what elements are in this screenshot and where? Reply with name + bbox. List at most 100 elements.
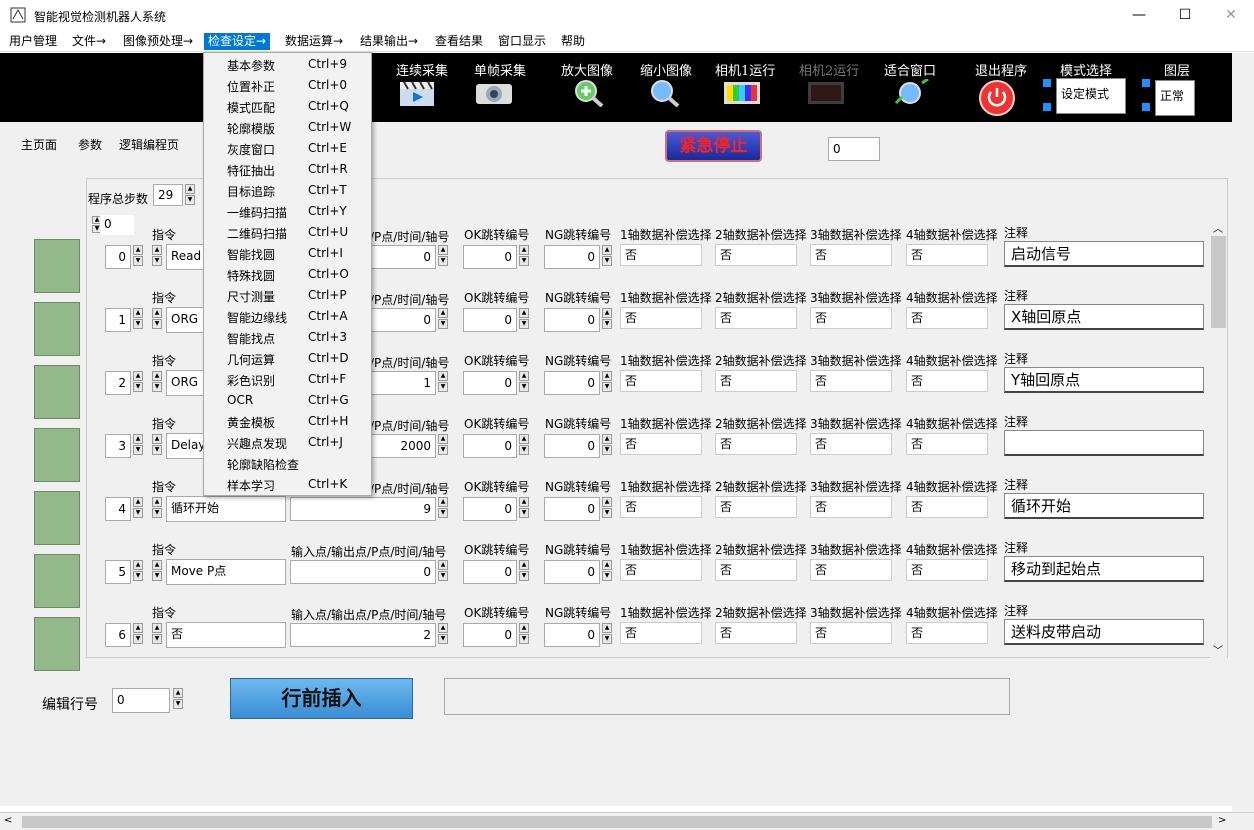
io-spinner[interactable]: ▲ ▼ xyxy=(438,308,448,330)
dropdown-item[interactable]: 特殊找圆 Ctrl+O xyxy=(204,264,371,285)
instr-spinner[interactable]: ▲ ▼ xyxy=(152,245,162,267)
axis3-comp-select[interactable]: 否 xyxy=(810,622,892,644)
axis2-comp-select[interactable]: 否 xyxy=(715,559,797,581)
row-index-spinner[interactable]: ▲ ▼ xyxy=(133,371,143,393)
dropdown-item[interactable]: 模式匹配 Ctrl+Q xyxy=(204,96,371,117)
ng-spinner[interactable]: ▲ ▼ xyxy=(602,497,612,519)
row-index-spinner[interactable]: ▲ ▼ xyxy=(133,497,143,519)
note-field[interactable]: 送料皮带启动 xyxy=(1004,619,1204,645)
menu-result-output[interactable]: 结果输出→ xyxy=(356,33,422,50)
axis2-comp-select[interactable]: 否 xyxy=(715,307,797,329)
ok-field[interactable]: 0 xyxy=(463,434,517,458)
axis1-comp-select[interactable]: 否 xyxy=(620,370,702,392)
axis3-comp-select[interactable]: 否 xyxy=(810,433,892,455)
row-index-spinner[interactable]: ▲ ▼ xyxy=(133,560,143,582)
top-spin-value[interactable]: 0 xyxy=(100,215,134,235)
instr-spinner[interactable]: ▲ ▼ xyxy=(152,623,162,645)
scroll-up-icon[interactable]: ︿ xyxy=(1213,220,1223,235)
dropdown-item[interactable]: 彩色识别 Ctrl+F xyxy=(204,369,371,390)
tab-main[interactable]: 主页面 xyxy=(21,136,57,153)
ok-field[interactable]: 0 xyxy=(463,371,517,395)
camera-icon[interactable] xyxy=(474,79,514,107)
ok-spinner[interactable]: ▲ ▼ xyxy=(519,623,529,645)
instr-field[interactable]: 否 xyxy=(166,622,286,648)
dropdown-item[interactable]: 黄金模板 Ctrl+H xyxy=(204,411,371,432)
tab-params[interactable]: 参数 xyxy=(78,136,102,153)
instr-field[interactable]: 循环开始 xyxy=(166,496,286,522)
io-spinner[interactable]: ▲ ▼ xyxy=(438,434,448,456)
ok-spinner[interactable]: ▲ ▼ xyxy=(519,434,529,456)
axis1-comp-select[interactable]: 否 xyxy=(620,244,702,266)
dropdown-item[interactable]: 轮廓缺陷检查 xyxy=(204,453,371,474)
note-field[interactable]: X轴回原点 xyxy=(1004,304,1204,330)
tb-zoomin-label[interactable]: 放大图像 xyxy=(561,60,613,79)
axis1-comp-select[interactable]: 否 xyxy=(620,433,702,455)
row-index[interactable]: 0 xyxy=(105,245,131,269)
axis4-comp-select[interactable]: 否 xyxy=(906,496,988,518)
note-field[interactable]: Y轴回原点 xyxy=(1004,367,1204,393)
dropdown-item[interactable]: 一维码扫描 Ctrl+Y xyxy=(204,201,371,222)
ng-field[interactable]: 0 xyxy=(544,560,600,584)
row-index-spinner[interactable]: ▲ ▼ xyxy=(133,245,143,267)
instr-spinner[interactable]: ▲ ▼ xyxy=(152,371,162,393)
ok-field[interactable]: 0 xyxy=(463,560,517,584)
window-horizontal-scrollbar[interactable]: < > xyxy=(0,812,1254,830)
insert-before-button[interactable]: 行前插入 xyxy=(230,678,413,719)
axis3-comp-select[interactable]: 否 xyxy=(810,559,892,581)
total-steps-input[interactable]: 29 xyxy=(153,184,183,206)
tb-zoomout-label[interactable]: 缩小图像 xyxy=(640,60,692,79)
axis3-comp-select[interactable]: 否 xyxy=(810,370,892,392)
ok-field[interactable]: 0 xyxy=(463,623,517,647)
dropdown-item[interactable]: 样本学习 Ctrl+K xyxy=(204,474,371,495)
scroll-left-icon[interactable]: < xyxy=(4,815,12,826)
close-button[interactable]: ✕ xyxy=(1208,0,1254,30)
tv-icon[interactable] xyxy=(806,79,846,107)
axis4-comp-select[interactable]: 否 xyxy=(906,244,988,266)
row-status-indicator[interactable] xyxy=(34,239,80,293)
dropdown-item[interactable]: OCR Ctrl+G xyxy=(204,390,371,411)
instr-spinner[interactable]: ▲ ▼ xyxy=(152,497,162,519)
axis1-comp-select[interactable]: 否 xyxy=(620,559,702,581)
tv-icon[interactable] xyxy=(722,79,762,107)
ng-field[interactable]: 0 xyxy=(544,434,600,458)
row-status-indicator[interactable] xyxy=(34,491,80,545)
hscroll-thumb[interactable] xyxy=(22,816,1212,828)
row-index[interactable]: 6 xyxy=(105,623,131,647)
dropdown-item[interactable]: 尺寸测量 Ctrl+P xyxy=(204,285,371,306)
io-spinner[interactable]: ▲ ▼ xyxy=(438,623,448,645)
ng-field[interactable]: 0 xyxy=(544,245,600,269)
row-index-spinner[interactable]: ▲ ▼ xyxy=(133,308,143,330)
zoom-in-icon[interactable] xyxy=(570,79,610,107)
counter-field[interactable]: 0 xyxy=(828,137,880,161)
axis4-comp-select[interactable]: 否 xyxy=(906,370,988,392)
tb-exit-label[interactable]: 退出程序 xyxy=(975,60,1027,79)
tb-cam1-label[interactable]: 相机1运行 xyxy=(715,60,775,79)
dropdown-item[interactable]: 特征抽出 Ctrl+R xyxy=(204,159,371,180)
row-index[interactable]: 4 xyxy=(105,497,131,521)
mode-select[interactable]: 设定模式 xyxy=(1056,78,1126,114)
io-spinner[interactable]: ▲ ▼ xyxy=(438,497,448,519)
ng-field[interactable]: 0 xyxy=(544,623,600,647)
axis3-comp-select[interactable]: 否 xyxy=(810,307,892,329)
menu-user[interactable]: 用户管理 xyxy=(5,33,61,50)
menu-inspection-settings[interactable]: 检查设定→ xyxy=(204,33,271,50)
axis4-comp-select[interactable]: 否 xyxy=(906,622,988,644)
instr-spinner[interactable]: ▲ ▼ xyxy=(152,434,162,456)
layer-select[interactable]: 正常 xyxy=(1155,80,1195,116)
axis4-comp-select[interactable]: 否 xyxy=(906,307,988,329)
ng-field[interactable]: 0 xyxy=(544,497,600,521)
row-status-indicator[interactable] xyxy=(34,302,80,356)
dropdown-item[interactable]: 位置补正 Ctrl+0 xyxy=(204,75,371,96)
menu-file[interactable]: 文件→ xyxy=(68,33,110,50)
tb-fit-label[interactable]: 适合窗口 xyxy=(884,60,936,79)
row-index-spinner[interactable]: ▲ ▼ xyxy=(133,623,143,645)
row-status-indicator[interactable] xyxy=(34,428,80,482)
axis4-comp-select[interactable]: 否 xyxy=(906,559,988,581)
instr-field[interactable]: Move P点 xyxy=(166,559,286,585)
note-field[interactable]: 启动信号 xyxy=(1004,241,1204,267)
axis1-comp-select[interactable]: 否 xyxy=(620,496,702,518)
instr-spinner[interactable]: ▲ ▼ xyxy=(152,308,162,330)
axis2-comp-select[interactable]: 否 xyxy=(715,622,797,644)
total-steps-spinner[interactable]: ▲ ▼ xyxy=(185,184,195,206)
ok-field[interactable]: 0 xyxy=(463,245,517,269)
